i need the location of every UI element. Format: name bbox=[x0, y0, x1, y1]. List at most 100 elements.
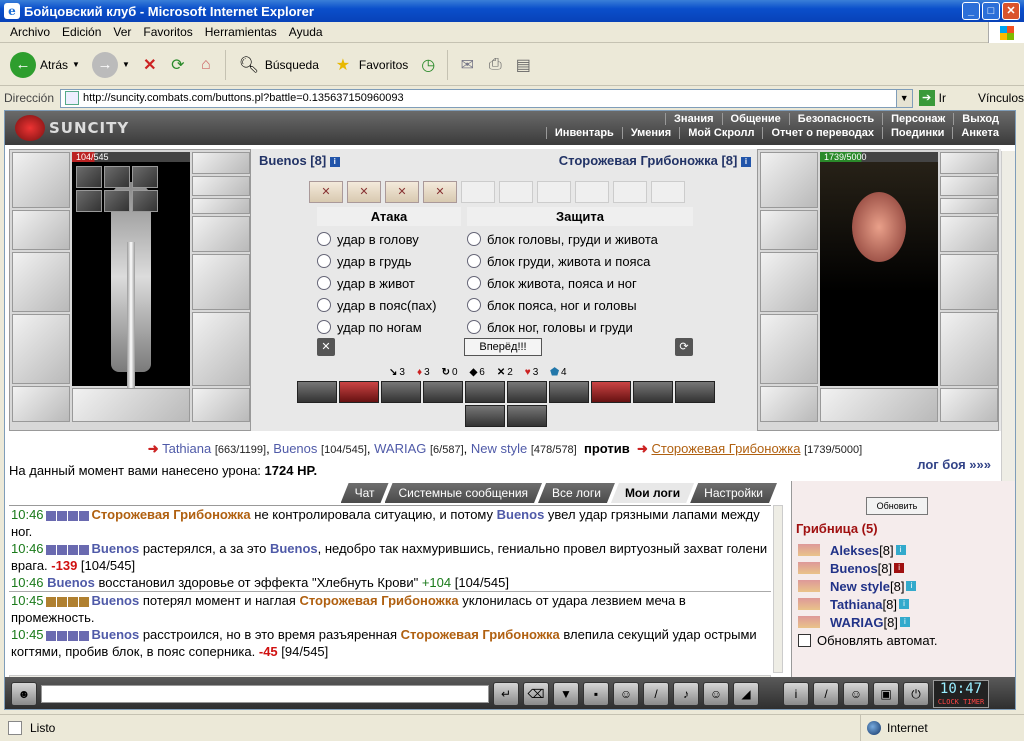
refresh-icon[interactable]: ⟳ bbox=[675, 338, 693, 356]
private-message-icon[interactable] bbox=[798, 562, 820, 574]
list-item[interactable]: Tathiana [8] i bbox=[798, 595, 916, 613]
team-member[interactable]: Buenos bbox=[273, 441, 317, 456]
gloves-slot[interactable] bbox=[192, 216, 250, 252]
chat-input[interactable] bbox=[41, 685, 489, 703]
player-name[interactable]: Buenos [8] i bbox=[259, 153, 340, 168]
speaker-icon[interactable]: ◢ bbox=[733, 682, 759, 706]
shield-slot[interactable] bbox=[192, 254, 250, 310]
list-item[interactable]: Alekses [8] i bbox=[798, 541, 916, 559]
radio-button[interactable] bbox=[467, 298, 481, 312]
scroll-empty[interactable] bbox=[613, 181, 647, 203]
nav-scroll[interactable]: Мой Скролл bbox=[679, 127, 762, 139]
nav-profile[interactable]: Анкета bbox=[952, 127, 1007, 139]
nav-battles[interactable]: Поединки bbox=[882, 127, 952, 139]
save-icon[interactable]: ▪ bbox=[583, 682, 609, 706]
nav-communication[interactable]: Общение bbox=[721, 113, 789, 125]
list-item[interactable]: WARIAG [8] i bbox=[798, 613, 916, 631]
ability-icon[interactable] bbox=[381, 381, 421, 403]
nav-exit[interactable]: Выход bbox=[953, 113, 1007, 125]
ability-icon[interactable] bbox=[675, 381, 715, 403]
radio-button[interactable] bbox=[317, 298, 331, 312]
nav-skills[interactable]: Умения bbox=[621, 127, 679, 139]
auto-refresh-toggle[interactable]: Обновлять автомат. bbox=[798, 633, 937, 648]
ability-icon[interactable] bbox=[507, 381, 547, 403]
radio-button[interactable] bbox=[317, 254, 331, 268]
attack-groin[interactable]: удар в пояс(пах) bbox=[317, 294, 461, 316]
radio-button[interactable] bbox=[467, 320, 481, 334]
radio-button[interactable] bbox=[467, 276, 481, 290]
tab-my-logs[interactable]: Мои логи bbox=[611, 483, 694, 503]
gloves-slot[interactable] bbox=[940, 216, 998, 252]
attack-legs[interactable]: удар по ногам bbox=[317, 316, 461, 338]
ability-icon[interactable] bbox=[465, 405, 505, 427]
pants-slot[interactable] bbox=[192, 312, 250, 386]
ring-slot[interactable] bbox=[940, 198, 998, 214]
team-member[interactable]: WARIAG bbox=[374, 441, 426, 456]
translit-icon[interactable]: / bbox=[643, 682, 669, 706]
tab-all-logs[interactable]: Все логи bbox=[538, 483, 615, 503]
scroll-item[interactable]: ✕ bbox=[385, 181, 419, 203]
forward-button[interactable]: → ▼ bbox=[88, 50, 134, 80]
attack-head[interactable]: удар в голову bbox=[317, 228, 461, 250]
address-dropdown[interactable]: ▼ bbox=[896, 88, 913, 108]
radio-button[interactable] bbox=[467, 232, 481, 246]
private-message-icon[interactable] bbox=[798, 616, 820, 628]
history-icon[interactable]: ◷ bbox=[416, 53, 440, 77]
clear-icon[interactable]: ⌫ bbox=[523, 682, 549, 706]
menu-ver[interactable]: Ver bbox=[107, 25, 137, 39]
favorites-button[interactable]: ★ Favoritos bbox=[327, 51, 412, 79]
belt-slot[interactable] bbox=[760, 386, 818, 422]
block-5[interactable]: блок ног, головы и груди bbox=[467, 316, 693, 338]
rune-slots[interactable] bbox=[72, 388, 190, 422]
page-scrollbar[interactable] bbox=[1001, 151, 1015, 481]
checkbox[interactable] bbox=[798, 634, 811, 647]
boots-slot[interactable] bbox=[192, 388, 250, 422]
scroll-item[interactable]: ✕ bbox=[309, 181, 343, 203]
enemy-team-member[interactable]: Сторожевая Грибоножка bbox=[652, 441, 801, 456]
armor-slot[interactable] bbox=[760, 314, 818, 384]
tab-system[interactable]: Системные сообщения bbox=[385, 483, 543, 503]
scroll-empty[interactable] bbox=[575, 181, 609, 203]
armor-slot[interactable] bbox=[12, 314, 70, 384]
team-member[interactable]: New style bbox=[471, 441, 527, 456]
home-icon[interactable]: ⌂ bbox=[194, 53, 218, 77]
helmet-slot[interactable] bbox=[12, 152, 70, 208]
refresh-icon[interactable]: ⟳ bbox=[166, 53, 190, 77]
game-logo[interactable]: SUNCITY bbox=[15, 115, 129, 141]
ability-icon[interactable] bbox=[507, 405, 547, 427]
scroll-empty[interactable] bbox=[499, 181, 533, 203]
search-button[interactable]: 🔍︎ Búsqueda bbox=[233, 51, 323, 79]
amulet-slot[interactable] bbox=[192, 176, 250, 196]
amulet-slot[interactable] bbox=[940, 176, 998, 196]
ability-icon[interactable] bbox=[339, 381, 379, 403]
spell-slot[interactable] bbox=[76, 166, 102, 188]
weapon-slot[interactable] bbox=[760, 252, 818, 312]
spell-slot[interactable] bbox=[104, 166, 130, 188]
print-icon[interactable]: ⎙ bbox=[483, 53, 507, 77]
send-icon[interactable]: ↵ bbox=[493, 682, 519, 706]
radio-button[interactable] bbox=[317, 276, 331, 290]
forward-attack-button[interactable]: Вперёд!!! bbox=[464, 338, 542, 356]
nav-inventory[interactable]: Инвентарь bbox=[545, 127, 622, 139]
belt-slot[interactable] bbox=[12, 386, 70, 422]
radio-button[interactable] bbox=[317, 320, 331, 334]
address-input[interactable]: http://suncity.combats.com/buttons.pl?ba… bbox=[60, 88, 897, 108]
smiley-icon[interactable]: ☺ bbox=[703, 682, 729, 706]
list-item[interactable]: New style [8] i bbox=[798, 577, 917, 595]
battle-log-link[interactable]: лог боя »»» bbox=[917, 457, 991, 472]
nav-character[interactable]: Персонаж bbox=[882, 113, 953, 125]
close-button[interactable]: ✕ bbox=[1002, 2, 1020, 20]
nav-security[interactable]: Безопасность bbox=[788, 113, 882, 125]
chat-mode-icon[interactable]: ☻ bbox=[11, 682, 37, 706]
bracer-slot[interactable] bbox=[760, 210, 818, 250]
earring-slot[interactable] bbox=[940, 152, 998, 174]
scroll-item[interactable]: ✕ bbox=[347, 181, 381, 203]
block-3[interactable]: блок живота, пояса и ног bbox=[467, 272, 693, 294]
ability-icon[interactable] bbox=[591, 381, 631, 403]
ability-icon[interactable] bbox=[633, 381, 673, 403]
bracer-slot[interactable] bbox=[12, 210, 70, 250]
spell-slot[interactable] bbox=[76, 190, 102, 212]
go-button[interactable]: ➔ Ir bbox=[918, 90, 946, 106]
refresh-button[interactable]: Обновить bbox=[866, 497, 928, 515]
stop-icon[interactable]: ✕ bbox=[138, 53, 162, 77]
